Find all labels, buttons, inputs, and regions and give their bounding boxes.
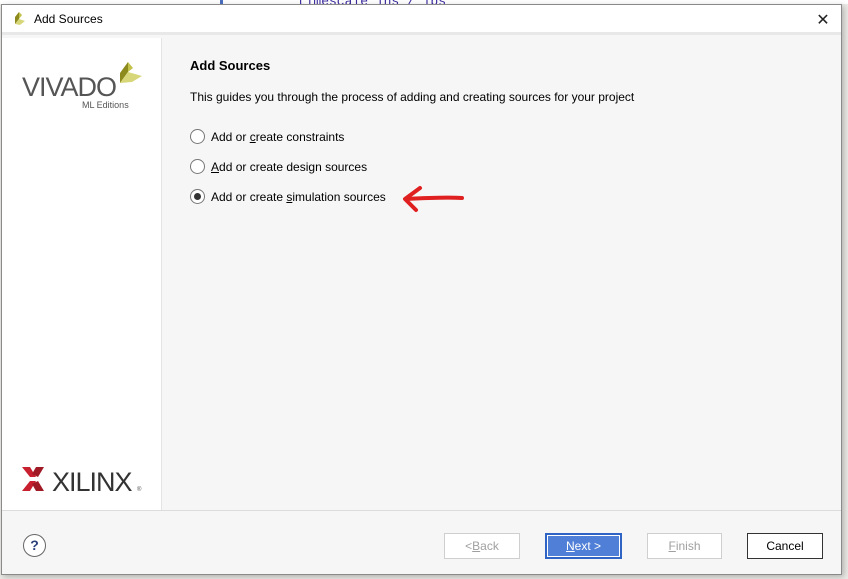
radio-label: Add or create simulation sources xyxy=(211,189,386,204)
vivado-app-icon xyxy=(15,11,25,25)
radio-button[interactable] xyxy=(190,159,205,174)
add-sources-dialog: Add Sources ✕ VIVADO ML Editions XILINX … xyxy=(1,4,842,575)
svg-text:®: ® xyxy=(137,486,142,493)
window-title: Add Sources xyxy=(34,11,103,26)
cancel-button[interactable]: Cancel xyxy=(747,533,823,559)
title-bar: Add Sources ✕ xyxy=(2,5,841,35)
red-arrow-annotation xyxy=(403,186,464,212)
sidebar: VIVADO ML Editions XILINX ® xyxy=(2,38,162,510)
page-description: This guides you through the process of a… xyxy=(190,90,635,104)
radio-label: Add or create design sources xyxy=(211,159,368,174)
radio-button-selected[interactable] xyxy=(190,189,205,204)
svg-text:XILINX: XILINX xyxy=(52,467,133,495)
back-button[interactable]: < Back xyxy=(444,533,520,559)
svg-text:ML Editions: ML Editions xyxy=(82,100,129,110)
radio-design-sources[interactable]: Add or create design sources xyxy=(190,159,367,174)
vivado-logo: VIVADO ML Editions xyxy=(22,62,142,110)
radio-simulation-sources[interactable]: Add or create simulation sources xyxy=(190,189,386,204)
page-title: Add Sources xyxy=(190,58,271,73)
help-button[interactable]: ? xyxy=(23,534,46,557)
radio-constraints[interactable]: Add or create constraints xyxy=(190,129,344,144)
svg-text:VIVADO: VIVADO xyxy=(22,72,116,102)
dialog-footer: ? < Back Next > Finish Cancel xyxy=(2,510,841,574)
radio-button[interactable] xyxy=(190,129,205,144)
finish-button[interactable]: Finish xyxy=(647,533,722,559)
radio-label: Add or create constraints xyxy=(211,129,345,144)
next-button[interactable]: Next > xyxy=(545,533,622,559)
close-icon[interactable]: ✕ xyxy=(813,10,833,30)
xilinx-logo: XILINX ® xyxy=(22,467,142,495)
